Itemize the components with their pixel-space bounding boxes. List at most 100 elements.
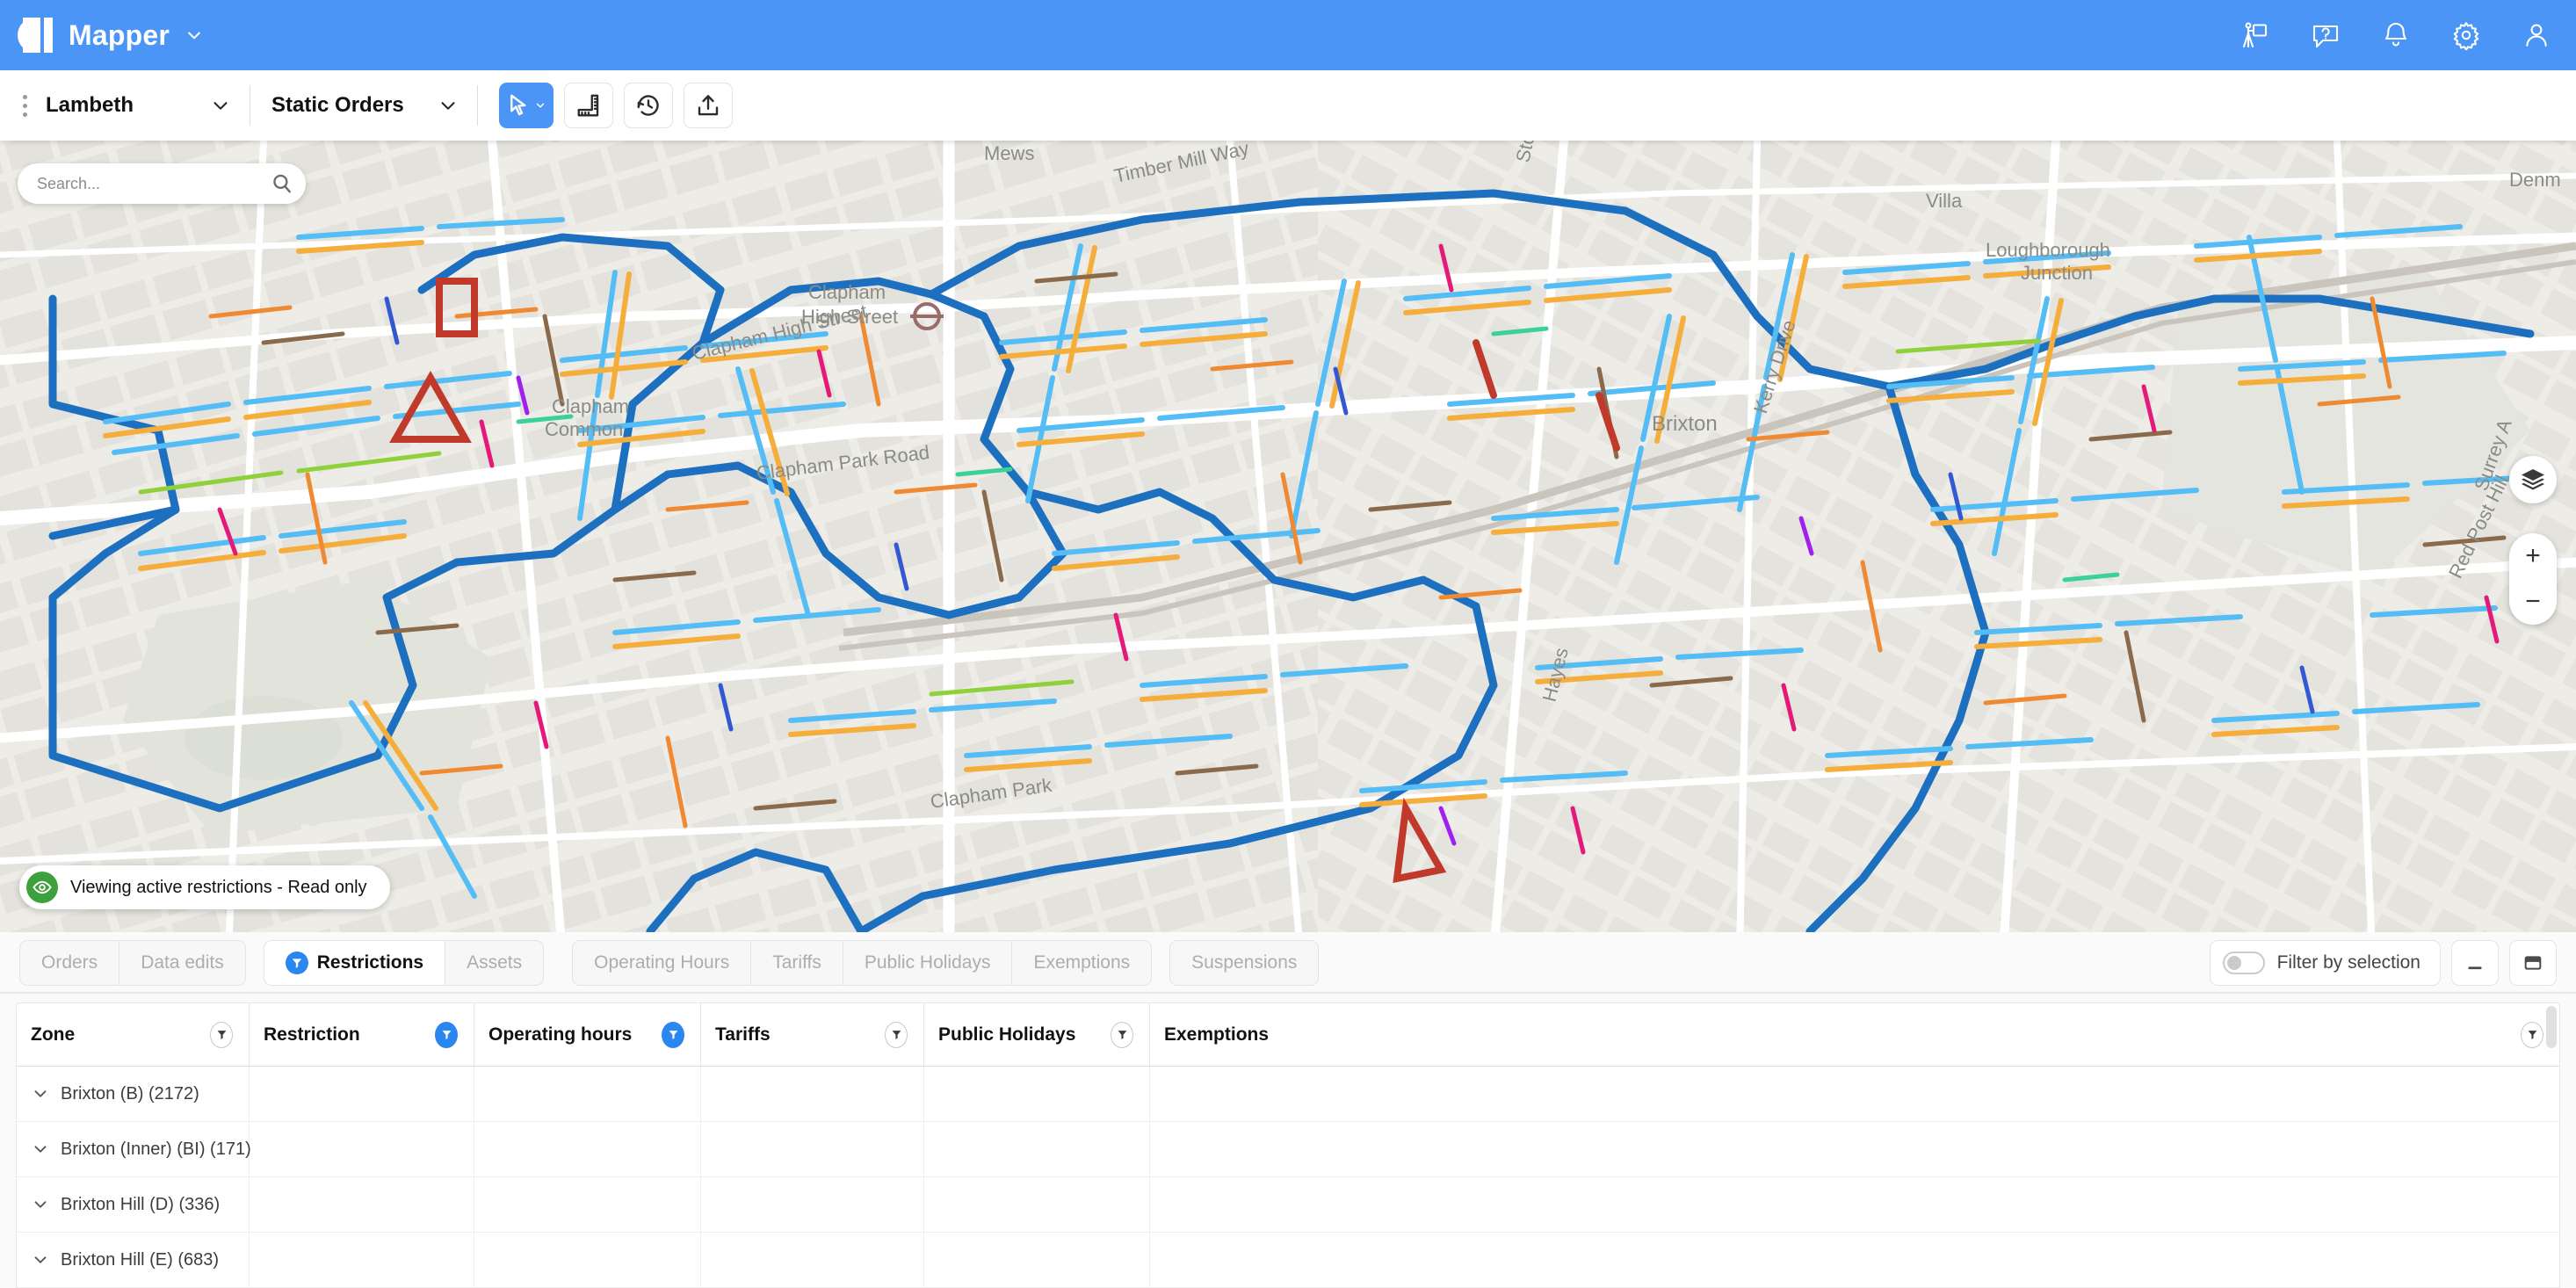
tab-orders[interactable]: Orders (20, 940, 119, 986)
cell-zone[interactable]: Brixton (Inner) (BI) (171) (17, 1122, 250, 1176)
tab-operating-hours-label: Operating Hours (594, 952, 729, 973)
user-account-icon[interactable] (2520, 18, 2553, 52)
zoom-out-button[interactable]: − (2509, 579, 2557, 625)
column-header-restriction[interactable]: Restriction (250, 1003, 474, 1066)
map-view[interactable]: Mews Clapham High Street Clapham High St… (0, 141, 2576, 932)
tab-restrictions[interactable]: Restrictions (264, 940, 445, 986)
kebab-menu-icon[interactable] (12, 95, 37, 117)
column-filter-public-holidays-icon[interactable] (1111, 1022, 1133, 1048)
cursor-arrow-icon (506, 92, 532, 119)
column-header-zone[interactable]: Zone (17, 1003, 250, 1066)
column-filter-zone-icon[interactable] (210, 1022, 233, 1048)
cell-restriction (250, 1177, 474, 1232)
svg-text:Clapham: Clapham (552, 395, 629, 417)
column-header-tariffs[interactable]: Tariffs (701, 1003, 924, 1066)
tab-exemptions[interactable]: Exemptions (1012, 940, 1151, 986)
cell-zone[interactable]: Brixton Hill (D) (336) (17, 1177, 250, 1232)
detail-tab-group: Operating Hours Tariffs Public Holidays … (572, 940, 1152, 986)
zone-name: Brixton (B) (2172) (61, 1084, 199, 1104)
column-filter-tariffs-icon[interactable] (885, 1022, 908, 1048)
svg-text:Loughborough: Loughborough (1986, 239, 2110, 261)
layers-button[interactable] (2509, 456, 2557, 503)
search-icon[interactable] (271, 172, 293, 195)
column-header-public-holidays[interactable]: Public Holidays (924, 1003, 1150, 1066)
map-canvas[interactable]: Mews Clapham High Street Clapham High St… (0, 141, 2576, 932)
svg-text:Common: Common (545, 418, 623, 440)
secondary-tab-group: Restrictions Assets (264, 940, 544, 986)
zoom-controls[interactable]: + − (2509, 533, 2557, 625)
cell-operating-hours (474, 1122, 701, 1176)
cell-public-holidays (924, 1233, 1150, 1287)
toggle-switch[interactable] (2223, 952, 2265, 974)
cell-zone[interactable]: Brixton Hill (E) (683) (17, 1233, 250, 1287)
tab-operating-hours[interactable]: Operating Hours (573, 940, 751, 986)
chevron-down-icon[interactable] (31, 1195, 50, 1214)
upload-tool[interactable] (684, 83, 733, 128)
maximize-panel-button[interactable] (2509, 940, 2557, 986)
eye-icon (26, 872, 58, 903)
table-scrollbar[interactable] (2546, 1006, 2557, 1048)
mapper-application: Mapper (0, 0, 2576, 1288)
cell-operating-hours (474, 1233, 701, 1287)
tab-public-holidays-label: Public Holidays (865, 952, 991, 973)
measure-tool[interactable] (564, 83, 613, 128)
filter-by-selection-toggle[interactable]: Filter by selection (2210, 940, 2441, 986)
column-header-exemptions-label: Exemptions (1164, 1024, 1269, 1046)
notifications-bell-icon[interactable] (2379, 18, 2413, 52)
chevron-down-icon[interactable] (31, 1140, 50, 1159)
table-row[interactable]: Brixton (B) (2172) (17, 1067, 2559, 1122)
svg-text:Villa: Villa (1926, 190, 1963, 212)
tab-assets[interactable]: Assets (445, 940, 543, 986)
chevron-down-icon[interactable] (31, 1084, 50, 1103)
brand-menu[interactable]: Mapper (18, 18, 203, 53)
cell-operating-hours (474, 1067, 701, 1121)
table-header-row: Zone Restriction Operating hours (17, 1003, 2559, 1067)
settings-gear-icon[interactable] (2449, 18, 2483, 52)
zone-name: Brixton Hill (E) (683) (61, 1250, 219, 1270)
column-header-operating-hours[interactable]: Operating hours (474, 1003, 701, 1066)
app-header: Mapper (0, 0, 2576, 70)
authority-selector[interactable]: Lambeth (37, 70, 250, 141)
tab-tariffs[interactable]: Tariffs (751, 940, 843, 986)
map-search[interactable] (18, 163, 306, 204)
tab-orders-label: Orders (41, 952, 98, 973)
tab-data-edits[interactable]: Data edits (119, 940, 245, 986)
zone-name: Brixton Hill (D) (336) (61, 1195, 220, 1215)
status-badge: Viewing active restrictions - Read only (19, 865, 390, 909)
cell-exemptions (1150, 1233, 2559, 1287)
search-input[interactable] (37, 175, 271, 193)
minimize-panel-button[interactable] (2451, 940, 2499, 986)
column-filter-exemptions-icon[interactable] (2521, 1022, 2543, 1048)
column-filter-restriction-icon[interactable] (435, 1022, 458, 1048)
chevron-down-icon[interactable] (31, 1250, 50, 1270)
tab-suspensions[interactable]: Suspensions (1170, 940, 1318, 986)
cell-zone[interactable]: Brixton (B) (2172) (17, 1067, 250, 1121)
column-filter-operating-hours-icon[interactable] (662, 1022, 684, 1048)
svg-text:Clapham: Clapham (808, 281, 886, 303)
table-row[interactable]: Brixton (Inner) (BI) (171) (17, 1122, 2559, 1177)
tool-buttons (499, 83, 733, 128)
cell-public-holidays (924, 1122, 1150, 1176)
zoom-in-button[interactable]: + (2509, 533, 2557, 579)
cell-restriction (250, 1067, 474, 1121)
history-tool[interactable] (624, 83, 673, 128)
minimize-panel-icon (2464, 952, 2486, 974)
order-type-selector[interactable]: Static Orders (250, 70, 477, 141)
table-row[interactable]: Brixton Hill (E) (683) (17, 1233, 2559, 1288)
svg-text:Denm: Denm (2509, 169, 2561, 191)
training-icon[interactable] (2239, 18, 2272, 52)
order-type-selector-label: Static Orders (271, 93, 404, 118)
clock-history-icon (635, 92, 662, 119)
chevron-down-icon (438, 96, 458, 115)
tab-data-edits-label: Data edits (141, 952, 224, 973)
upload-icon (695, 92, 721, 119)
column-header-operating-hours-label: Operating hours (488, 1024, 632, 1046)
column-header-restriction-label: Restriction (264, 1024, 360, 1046)
help-icon[interactable] (2309, 18, 2342, 52)
column-header-exemptions[interactable]: Exemptions (1150, 1003, 2559, 1066)
table-row[interactable]: Brixton Hill (D) (336) (17, 1177, 2559, 1233)
select-tool[interactable] (499, 83, 554, 128)
column-header-tariffs-label: Tariffs (715, 1024, 771, 1046)
tab-public-holidays[interactable]: Public Holidays (843, 940, 1013, 986)
chevron-down-icon (185, 26, 203, 44)
